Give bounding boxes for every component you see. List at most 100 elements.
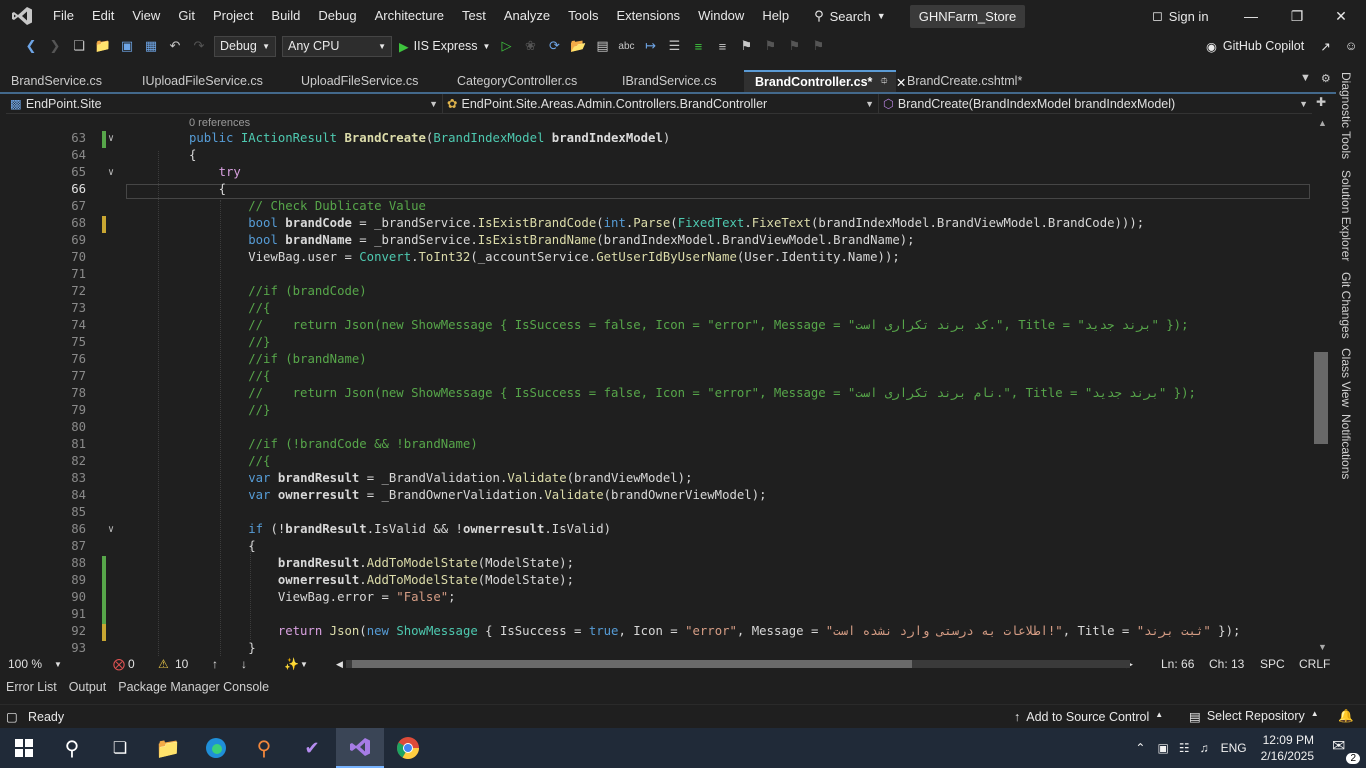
battery-icon[interactable]: ▣ <box>1157 741 1168 755</box>
language-indicator[interactable]: ENG <box>1221 741 1247 755</box>
code-cleanup-icon[interactable]: ✨ <box>284 657 299 671</box>
refresh-icon[interactable]: ⟳ <box>543 35 565 57</box>
scroll-up-icon[interactable]: ▲ <box>1318 118 1327 128</box>
split-editor-icon[interactable]: ✚ <box>1316 95 1326 109</box>
comment-icon[interactable]: ☰ <box>663 35 685 57</box>
side-tab-solution-explorer[interactable]: Solution Explorer <box>1339 170 1353 261</box>
code-editor[interactable]: 0 references 63 ∨ public IActionResult Bran… <box>6 116 1318 656</box>
menu-item-git[interactable]: Git <box>169 0 204 32</box>
collapse-icon[interactable]: ∨ <box>108 167 114 178</box>
code-line[interactable]: bool brandCode = _brandService.IsExistBr… <box>189 216 1144 230</box>
menu-item-architecture[interactable]: Architecture <box>366 0 453 32</box>
file-explorer-icon[interactable]: 📁 <box>144 728 192 768</box>
clear-bookmarks-icon[interactable]: ⚑ <box>807 35 829 57</box>
zoom-level[interactable]: 100 % <box>8 657 42 671</box>
windows-start-icon[interactable] <box>0 728 48 768</box>
menu-item-tools[interactable]: Tools <box>559 0 607 32</box>
code-line[interactable]: //{ <box>189 369 270 383</box>
search-box[interactable]: ⚲ Search ▼ <box>804 8 896 24</box>
bookmark-icon[interactable]: ⚑ <box>735 35 757 57</box>
tab-brandservice-cs[interactable]: BrandService.cs <box>0 70 131 92</box>
visual-studio-icon[interactable] <box>336 728 384 768</box>
code-line[interactable]: //if (brandName) <box>189 352 366 366</box>
step-icon[interactable]: ↦ <box>639 35 661 57</box>
project-dropdown[interactable]: ▩ EndPoint.Site ▼ <box>6 94 442 114</box>
search-app-icon[interactable]: ⚲ <box>240 728 288 768</box>
chevron-down-icon[interactable]: ▼ <box>300 660 308 669</box>
code-line[interactable]: { <box>189 182 226 196</box>
redo-icon[interactable]: ↷ <box>188 35 210 57</box>
code-line[interactable]: //if (brandCode) <box>189 284 366 298</box>
edge-browser-icon[interactable] <box>192 728 240 768</box>
collapse-icon[interactable]: ∨ <box>108 133 114 144</box>
spell-check-icon[interactable]: abc <box>615 35 637 57</box>
forward-icon[interactable]: ❯ <box>44 35 66 57</box>
new-project-icon[interactable]: ❏ <box>68 35 90 57</box>
tab-brandcontroller-cs-[interactable]: BrandController.cs* ⯐ ✕ <box>744 70 906 92</box>
line-ending[interactable]: CRLF <box>1299 657 1330 671</box>
warning-count[interactable]: 10 <box>175 657 188 671</box>
tab-brandcreate-cshtml-[interactable]: BrandCreate.cshtml* <box>896 70 1028 92</box>
pin-icon[interactable]: ⯐ <box>880 74 888 91</box>
side-tab-notifications[interactable]: Notifications <box>1339 414 1353 479</box>
code-line[interactable]: //if (!brandCode && !brandName) <box>189 437 478 451</box>
code-line[interactable]: public IActionResult BrandCreate(BrandIn… <box>189 131 670 145</box>
code-line[interactable]: //{ <box>189 454 270 468</box>
code-line[interactable]: ViewBag.user = Convert.ToInt32(_accountS… <box>189 250 900 264</box>
open-folder-icon[interactable]: 📁 <box>92 35 114 57</box>
platform-select[interactable]: Any CPU ▼ <box>282 35 392 57</box>
tab-dropdown-icon[interactable]: ▼ <box>1300 72 1311 85</box>
close-window-button[interactable]: ✕ <box>1319 0 1363 32</box>
bottom-tab-error-list[interactable]: Error List <box>6 680 57 694</box>
bottom-tab-output[interactable]: Output <box>69 680 107 694</box>
code-line[interactable]: ViewBag.error = "False"; <box>189 590 456 604</box>
layout-icon[interactable]: ▤ <box>591 35 613 57</box>
side-tab-git-changes[interactable]: Git Changes <box>1339 272 1353 339</box>
select-repository-button[interactable]: ▤ Select Repository ▲ <box>1189 709 1319 724</box>
notifications-bell-icon[interactable]: 🔔 <box>1338 709 1354 724</box>
code-line[interactable]: var ownerresult = _BrandOwnerValidation.… <box>189 488 766 502</box>
menu-item-view[interactable]: View <box>123 0 169 32</box>
vertical-scrollbar-thumb[interactable] <box>1314 352 1328 444</box>
scroll-down-icon[interactable]: ▼ <box>1318 642 1327 652</box>
side-tab-diagnostic-tools[interactable]: Diagnostic Tools <box>1339 72 1353 159</box>
code-line[interactable]: bool brandName = _brandService.IsExistBr… <box>189 233 914 247</box>
line-number[interactable]: Ln: 66 <box>1161 657 1194 671</box>
menu-item-window[interactable]: Window <box>689 0 753 32</box>
code-line[interactable]: brandResult.AddToModelState(ModelState); <box>189 556 574 570</box>
chrome-browser-icon[interactable] <box>384 728 432 768</box>
network-icon[interactable]: ☷ <box>1179 741 1190 755</box>
tab-uploadfileservice-cs[interactable]: UploadFileService.cs <box>290 70 446 92</box>
code-line[interactable]: // return Json(new ShowMessage { IsSucce… <box>189 386 1196 400</box>
menu-item-file[interactable]: File <box>44 0 83 32</box>
signin-button[interactable]: ◻ Sign in <box>1152 0 1209 32</box>
column-number[interactable]: Ch: 13 <box>1209 657 1244 671</box>
code-line[interactable]: try <box>189 165 241 179</box>
code-line[interactable]: ownerresult.AddToModelState(ModelState); <box>189 573 574 587</box>
code-line[interactable]: //{ <box>189 301 270 315</box>
folder-icon[interactable]: 📂 <box>567 35 589 57</box>
code-line[interactable]: // Check Dublicate Value <box>189 199 426 213</box>
chevron-up-icon[interactable]: ⌃ <box>1135 741 1145 755</box>
tab-categorycontroller-cs[interactable]: CategoryController.cs <box>446 70 611 92</box>
code-line[interactable]: { <box>189 539 255 553</box>
github-copilot-button[interactable]: ◉ GitHub Copilot ↗ ☺ <box>1206 32 1357 60</box>
prev-bookmark-icon[interactable]: ⚑ <box>759 35 781 57</box>
clock[interactable]: 12:09 PM 2/16/2025 <box>1261 732 1314 764</box>
side-tab-class-view[interactable]: Class View <box>1339 348 1353 407</box>
restore-button[interactable]: ❐ <box>1275 0 1319 32</box>
volume-icon[interactable]: ♫ <box>1200 741 1209 755</box>
code-line[interactable]: } <box>189 641 255 655</box>
whitespace-mode[interactable]: SPC <box>1260 657 1285 671</box>
horizontal-scrollbar-thumb[interactable] <box>352 660 912 668</box>
search-icon[interactable]: ⚲ <box>48 728 96 768</box>
menu-item-build[interactable]: Build <box>262 0 309 32</box>
menu-item-project[interactable]: Project <box>204 0 262 32</box>
menu-item-analyze[interactable]: Analyze <box>495 0 559 32</box>
bottom-tab-package-manager-console[interactable]: Package Manager Console <box>118 680 269 694</box>
menu-item-debug[interactable]: Debug <box>309 0 365 32</box>
run-button[interactable]: ▶ IIS Express ▼ <box>399 39 490 54</box>
vs-installer-icon[interactable]: ✔ <box>288 728 336 768</box>
menu-item-extensions[interactable]: Extensions <box>607 0 689 32</box>
minimize-button[interactable]: — <box>1229 0 1273 32</box>
